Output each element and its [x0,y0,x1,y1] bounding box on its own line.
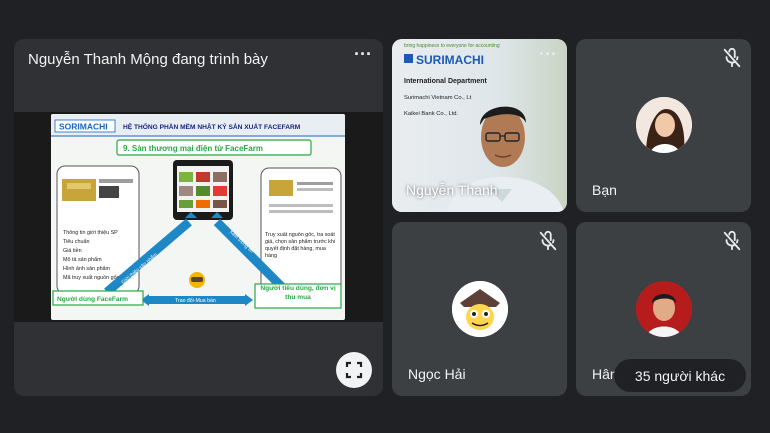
mic-off-icon [723,230,741,251]
slide-list-item: Mô tả sản phẩm [63,256,102,263]
participant-tile-camera[interactable]: bring happiness to everyone for accounti… [392,39,567,212]
fullscreen-button[interactable] [336,352,372,388]
shared-screen: SORIMACHI HỆ THỐNG PHẦN MỀM NHẬT KÝ SẢN … [14,112,383,322]
banner-line: Surimachi Vietnam Co., Lt [404,95,472,101]
slide-left-label: Người dùng FaceFarm [57,296,128,303]
avatar [452,281,508,337]
other-participants-button[interactable]: 35 người khác [614,359,746,392]
participant-name: Ngọc Hải [408,366,466,382]
slide-list-item: Mã truy xuất nguồn gốc [63,275,120,281]
participant-tile-ngoc-hai[interactable]: Ngọc Hải [392,222,567,396]
slide-list-item: Hình ảnh sản phẩm [63,265,111,272]
slide-list-item: Giá tiền [63,248,82,254]
banner-tagline: bring happiness to everyone for accounti… [404,43,500,49]
banner-line: Kaikei Bank Co., Ltd. [404,111,459,117]
slide-diagram: SORIMACHI HỆ THỐNG PHẦN MỀM NHẬT KÝ SẢN … [51,114,345,309]
slide-list-item: Thông tin giới thiệu SP [63,230,118,236]
avatar [636,281,692,337]
participant-name: Bạn [592,182,617,198]
banner-dept: International Department [404,78,488,85]
presentation-title: Nguyễn Thanh Mộng đang trình bày [28,51,268,68]
fullscreen-icon [345,361,363,379]
slide-right-label: Người tiêu dùng, đơn vị thu mua [260,285,336,301]
slide: SORIMACHI HỆ THỐNG PHẦN MỀM NHẬT KÝ SẢN … [51,114,345,320]
participant-name: Nguyễn Thanh [406,182,498,198]
presentation-tile[interactable]: Nguyễn Thanh Mộng đang trình bày ··· SOR… [14,39,383,396]
participant-tile-ban[interactable]: Bạn [576,39,751,212]
meeting-stage: Nguyễn Thanh Mộng đang trình bày ··· SOR… [0,0,770,433]
slide-list-item: Tiêu chuẩn [63,238,89,245]
banner-brand: SURIMACHI [416,53,484,67]
slide-bottom-label: Trao đổi-Mua bán [175,297,216,304]
slide-right-text: Truy xuất nguồn gốc, tra soát giá, chọn … [265,232,336,259]
more-vert-icon[interactable]: ··· [354,45,372,63]
slide-logo: SORIMACHI [59,122,108,132]
more-vert-icon[interactable]: ··· [539,45,557,63]
mic-off-icon [723,47,741,68]
slide-subheading: 9. Sàn thương mại điện tử FaceFarm [123,144,263,153]
avatar [636,97,692,153]
mic-off-icon [539,230,557,251]
